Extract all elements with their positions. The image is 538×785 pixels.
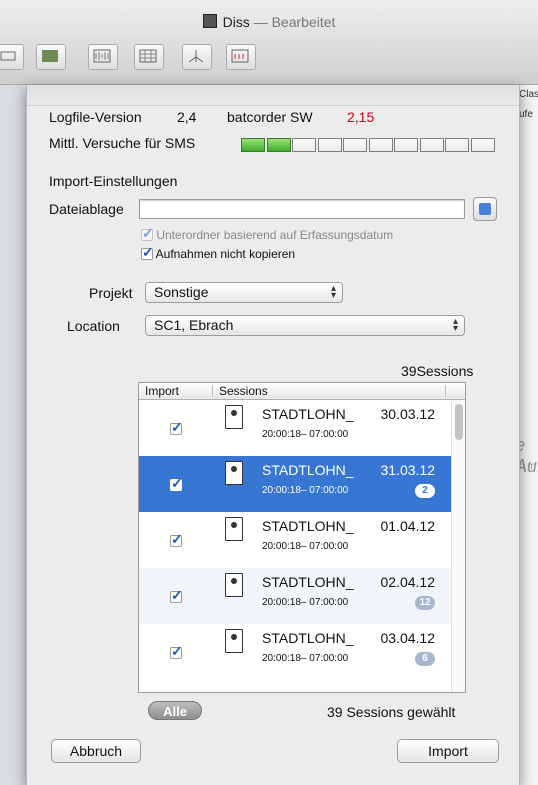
sms-level-segment (419, 138, 444, 152)
cancel-button[interactable]: Abbruch (51, 739, 141, 763)
sms-level-segment (445, 138, 469, 152)
document-icon (202, 14, 217, 28)
background-placeholder-subtext: n m (519, 461, 536, 472)
session-row[interactable]: STADTLOHN_ 02.04.12 20:00:18– 07:00:00 1… (139, 568, 451, 624)
popup-arrows-icon: ▴ ▾ (452, 316, 458, 334)
selected-sessions-count: 39 Sessions gewählt (327, 704, 456, 720)
finder-icon (479, 203, 491, 215)
session-file-icon (225, 405, 243, 429)
session-row[interactable]: STADTLOHN_ 30.03.12 20:00:18– 07:00:00 (139, 400, 451, 456)
logfile-version-label: Logfile-Version (49, 109, 142, 125)
session-file-icon (225, 517, 243, 541)
session-date: 02.04.12 (380, 574, 436, 590)
column-header-import[interactable]: Import (145, 384, 179, 398)
session-row[interactable]: STADTLOHN_ 01.04.12 20:00:18– 07:00:00 (139, 512, 451, 568)
unterordner-option[interactable]: Unterordner basierend auf Erfassungsdatu… (141, 225, 394, 242)
session-row[interactable]: STADTLOHN_ 03.04.12 20:00:18– 07:00:00 6 (139, 624, 451, 680)
unterordner-checkbox-label: Unterordner basierend auf Erfassungsdatu… (156, 228, 394, 242)
sms-level-segment (394, 138, 418, 152)
projekt-popup-value: Sonstige (154, 284, 209, 300)
batcorder-sw-value: 2,15 (347, 109, 375, 125)
toolbar-spectrogram-icon[interactable] (36, 44, 66, 70)
session-date: 31.03.12 (380, 462, 436, 478)
scrollbar-thumb[interactable] (455, 404, 463, 440)
column-header-sessions[interactable]: Sessions (219, 384, 268, 398)
projekt-label: Projekt (89, 285, 133, 301)
window-titlebar: Diss — Bearbeitet (0, 0, 538, 85)
dateiablage-label: Dateiablage (49, 201, 124, 217)
session-name: STADTLOHN_ (262, 518, 354, 534)
sms-level-segment (343, 138, 367, 152)
column-separator (445, 385, 446, 397)
batcorder-sw-label: batcorder SW (227, 109, 313, 125)
window-subtitle: — Bearbeitet (253, 14, 336, 30)
background-column-header: Clas (519, 89, 538, 100)
toolbar-grid-icon[interactable] (0, 44, 24, 70)
session-date: 30.03.12 (380, 406, 436, 422)
location-popup-value: SC1, Ebrach (154, 317, 234, 333)
import-settings-heading: Import-Einstellungen (49, 173, 178, 189)
toolbar-axis-icon[interactable] (182, 44, 212, 70)
session-name: STADTLOHN_ (262, 406, 354, 422)
nicht-kopieren-checkbox-label: Aufnahmen nicht kopieren (155, 247, 296, 261)
toolbar-table-icon[interactable] (134, 44, 164, 70)
location-popup[interactable]: SC1, Ebrach ▴ ▾ (145, 315, 465, 336)
sessions-count-label: 39Sessions (401, 363, 474, 379)
session-name: STADTLOHN_ (262, 574, 354, 590)
session-time: 20:00:18– 07:00:00 (262, 597, 349, 608)
import-button[interactable]: Import (397, 739, 499, 763)
session-row[interactable]: STADTLOHN_ 31.03.12 20:00:18– 07:00:00 2 (139, 456, 451, 512)
sms-level-segment (241, 138, 265, 152)
logfile-version-value: 2,4 (177, 109, 197, 125)
session-import-checkbox[interactable] (170, 475, 183, 492)
session-import-checkbox[interactable] (170, 419, 183, 436)
sms-attempts-label: Mittl. Versuche für SMS (49, 135, 196, 151)
session-count-badge: 12 (415, 596, 435, 610)
toolbar-waveform-icon[interactable] (88, 44, 118, 70)
session-count-badge: 2 (415, 484, 435, 498)
unterordner-checkbox[interactable] (141, 225, 154, 242)
location-label: Location (67, 318, 120, 334)
toolbar-calls-icon[interactable] (226, 44, 256, 70)
dateiablage-field[interactable] (139, 199, 465, 219)
nicht-kopieren-option[interactable]: Aufnahmen nicht kopieren (141, 244, 296, 261)
popup-arrows-icon: ▴ ▾ (330, 283, 336, 301)
session-import-checkbox[interactable] (170, 643, 183, 660)
session-name: STADTLOHN_ (262, 630, 354, 646)
window-title-text: Diss (222, 14, 250, 30)
background-sidebar (0, 85, 26, 785)
nicht-kopieren-checkbox[interactable] (141, 244, 154, 261)
sheet-top-strip (27, 85, 519, 106)
sms-level-segment (292, 138, 316, 152)
sessions-table-header: Import Sessions (139, 383, 465, 400)
session-file-icon (225, 461, 243, 485)
choose-folder-button[interactable] (473, 197, 497, 221)
sms-level-segment (470, 138, 495, 152)
window-title: Diss — Bearbeitet (0, 14, 538, 30)
select-all-button[interactable]: Alle (148, 701, 202, 720)
session-time: 20:00:18– 07:00:00 (262, 485, 349, 496)
import-sheet: Logfile-Version 2,4 batcorder SW 2,15 Mi… (26, 85, 520, 785)
sessions-table: Import Sessions STADTLOHN_ 30.03.12 20:0… (138, 382, 466, 693)
column-separator (212, 385, 213, 397)
session-time: 20:00:18– 07:00:00 (262, 541, 349, 552)
session-import-checkbox[interactable] (170, 531, 183, 548)
session-name: STADTLOHN_ (262, 462, 354, 478)
background-column-header-2: ufe (519, 109, 533, 120)
session-file-icon (225, 573, 243, 597)
sms-level-segment (317, 138, 342, 152)
sms-level-segment (266, 138, 291, 152)
sms-level-segment (368, 138, 393, 152)
sessions-scrollbar[interactable] (451, 400, 465, 692)
background-table: Clas ufe e Aufna n m (515, 85, 538, 785)
session-time: 20:00:18– 07:00:00 (262, 429, 349, 440)
projekt-popup[interactable]: Sonstige ▴ ▾ (145, 282, 343, 303)
session-count-badge: 6 (415, 652, 435, 666)
session-time: 20:00:18– 07:00:00 (262, 653, 349, 664)
session-date: 03.04.12 (380, 630, 436, 646)
session-file-icon (225, 629, 243, 653)
session-import-checkbox[interactable] (170, 587, 183, 604)
session-date: 01.04.12 (380, 518, 436, 534)
